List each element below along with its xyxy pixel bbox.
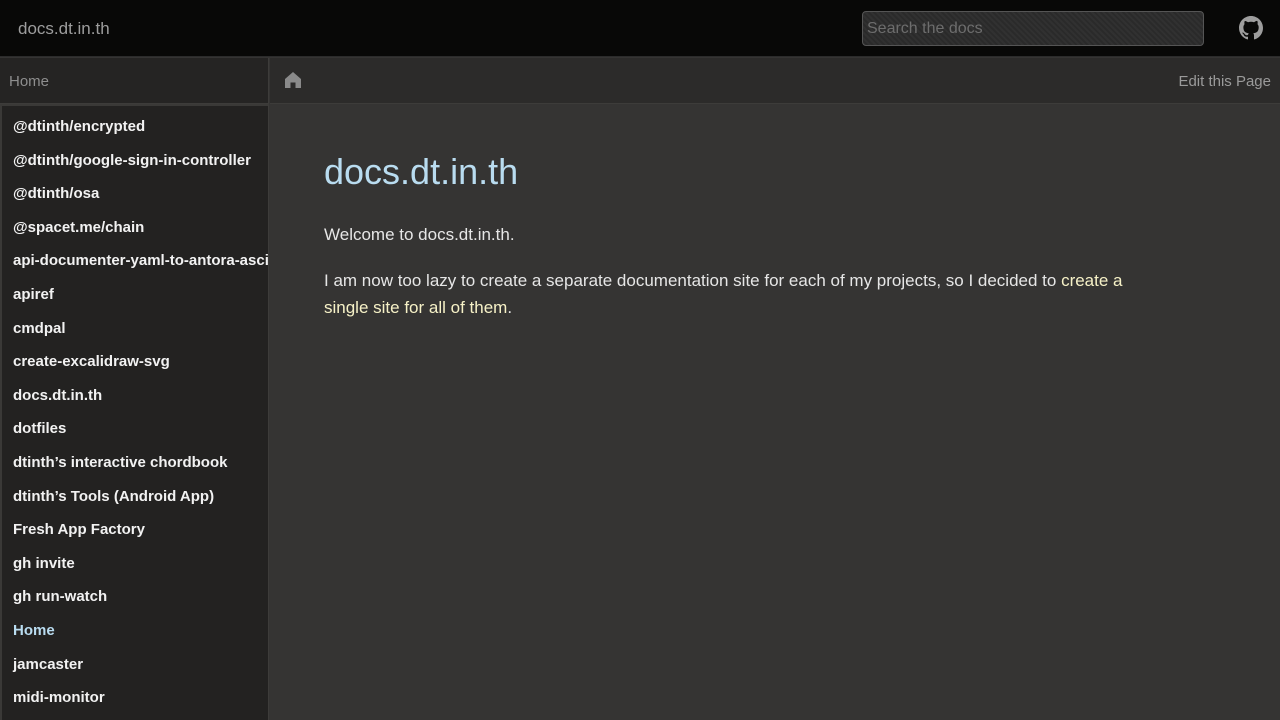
page-title: docs.dt.in.th	[324, 151, 519, 192]
sidebar-item[interactable]: @dtinth/google-sign-in-controller	[13, 152, 251, 170]
sidebar-item[interactable]: @dtinth/osa	[13, 185, 99, 203]
sidebar-item[interactable]: gh invite	[13, 555, 75, 573]
sidebar-item[interactable]: cmdpal	[13, 320, 66, 338]
page-toolbar: Edit this Page	[270, 58, 1280, 104]
sidebar-item[interactable]: apiref	[13, 286, 54, 304]
main-content: docs.dt.in.th Welcome to docs.dt.in.th. …	[270, 104, 1280, 720]
sidebar-item[interactable]: create-excalidraw-svg	[13, 353, 170, 371]
intro-paragraph: I am now too lazy to create a separate d…	[324, 267, 1124, 321]
search-input[interactable]	[862, 11, 1204, 46]
sidebar-item[interactable]: docs.dt.in.th	[13, 387, 102, 405]
top-navbar: docs.dt.in.th	[0, 0, 1280, 57]
site-brand-link[interactable]: docs.dt.in.th	[18, 19, 110, 39]
sidebar-item[interactable]: Home	[13, 622, 55, 640]
sidebar-item[interactable]: jamcaster	[13, 656, 83, 674]
welcome-paragraph: Welcome to docs.dt.in.th.	[324, 225, 515, 244]
sidebar-item[interactable]: dtinth’s Tools (Android App)	[13, 488, 214, 506]
intro-end: .	[507, 298, 513, 317]
sidebar-heading: Home	[9, 73, 50, 90]
sidebar-item[interactable]: api-documenter-yaml-to-antora-asciidoc	[13, 252, 268, 270]
sidebar-item[interactable]: Fresh App Factory	[13, 521, 145, 539]
sidebar-item[interactable]: gh run-watch	[13, 588, 107, 606]
sidebar-item[interactable]: dtinth’s interactive chordbook	[13, 454, 227, 472]
sidebar-item[interactable]: dotfiles	[13, 420, 66, 438]
sidebar-item[interactable]: @dtinth/encrypted	[13, 118, 145, 136]
sidebar-item[interactable]: @spacet.me/chain	[13, 219, 144, 237]
edit-page-link[interactable]: Edit this Page	[1178, 73, 1271, 90]
github-icon[interactable]	[1239, 16, 1263, 40]
home-icon[interactable]	[283, 70, 303, 90]
intro-text: I am now too lazy to create a separate d…	[324, 271, 1062, 290]
sidebar-nav: @dtinth/encrypted @dtinth/google-sign-in-…	[0, 104, 269, 720]
sidebar-item[interactable]: midi-monitor	[13, 689, 105, 707]
sidebar-header: Home	[0, 58, 269, 104]
